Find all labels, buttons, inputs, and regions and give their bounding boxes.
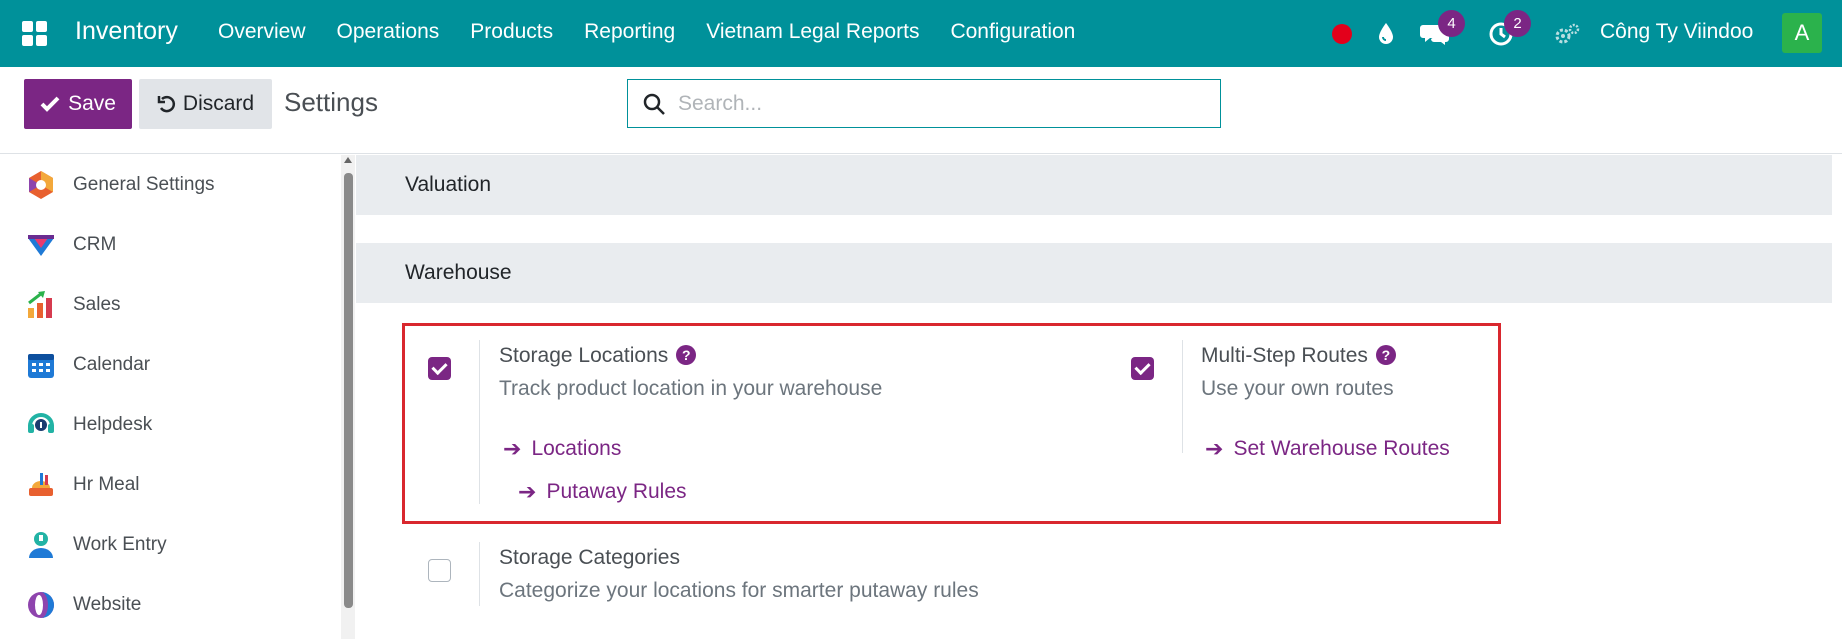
messages-icon[interactable]: 4: [1418, 0, 1465, 67]
debug-gears-icon[interactable]: [1553, 0, 1581, 67]
putaway-rules-link[interactable]: ➔ Putaway Rules: [518, 479, 687, 505]
app-brand[interactable]: Inventory: [75, 17, 178, 46]
locations-link[interactable]: ➔ Locations: [503, 436, 621, 462]
settings-sidebar: General Settings CRM Sales Calendar Help…: [0, 155, 340, 639]
help-icon[interactable]: ?: [1375, 345, 1396, 365]
recording-dot-icon[interactable]: [1331, 0, 1353, 67]
user-avatar[interactable]: A: [1782, 13, 1822, 53]
setting-divider: [479, 340, 480, 504]
menu-reporting[interactable]: Reporting: [584, 20, 675, 44]
arrow-right-icon: ➔: [503, 436, 522, 461]
general-settings-icon: [29, 171, 53, 199]
storage-locations-desc: Track product location in your warehouse: [499, 377, 883, 400]
top-navbar: Inventory Overview Operations Products R…: [0, 0, 1842, 67]
multi-step-routes-checkbox[interactable]: [1131, 357, 1154, 380]
crm-icon: [28, 235, 54, 256]
locations-link-label: Locations: [531, 437, 622, 460]
menu-operations[interactable]: Operations: [337, 20, 440, 44]
storage-locations-checkbox[interactable]: [428, 357, 451, 380]
sidebar-label: Calendar: [73, 354, 151, 375]
menu-vietnam-legal-reports[interactable]: Vietnam Legal Reports: [706, 20, 919, 44]
sidebar-label: CRM: [73, 234, 117, 255]
website-icon: [28, 592, 54, 618]
activities-clock-icon[interactable]: 2: [1484, 0, 1531, 67]
sidebar-label: General Settings: [73, 174, 215, 195]
work-entry-icon: [29, 532, 53, 558]
menu-products[interactable]: Products: [470, 20, 553, 44]
messages-count-badge: 4: [1438, 10, 1465, 37]
sidebar-label: Helpdesk: [73, 414, 153, 435]
menu-configuration[interactable]: Configuration: [950, 20, 1075, 44]
search-input[interactable]: [678, 91, 1198, 116]
arrow-right-icon: ➔: [518, 479, 537, 504]
scroll-thumb[interactable]: [344, 173, 353, 608]
sidebar-label: Hr Meal: [73, 474, 140, 495]
sidebar-label: Work Entry: [73, 534, 167, 555]
control-panel: Save Discard Settings: [0, 67, 1842, 154]
helpdesk-icon: [28, 413, 54, 433]
storage-locations-label: Storage Locations: [499, 344, 669, 367]
undo-icon: [157, 95, 175, 113]
sidebar-item-calendar[interactable]: Calendar: [0, 335, 340, 395]
search-icon: [643, 93, 665, 115]
section-valuation: Valuation: [356, 155, 1832, 215]
main-menu: Overview Operations Products Reporting V…: [218, 20, 1106, 44]
storage-locations-title: Storage Locations?: [499, 344, 697, 368]
setting-divider: [479, 542, 480, 606]
discard-label: Discard: [182, 92, 255, 115]
water-drop-icon[interactable]: [1374, 0, 1398, 67]
sidebar-label: Sales: [73, 294, 121, 315]
discard-button[interactable]: Discard: [139, 79, 272, 129]
section-warehouse: Warehouse: [356, 243, 1832, 303]
sales-icon: [28, 291, 52, 318]
sidebar-item-helpdesk[interactable]: Helpdesk: [0, 395, 340, 455]
apps-menu-icon[interactable]: [22, 21, 47, 46]
set-warehouse-routes-link[interactable]: ➔ Set Warehouse Routes: [1205, 436, 1450, 462]
arrow-right-icon: ➔: [1205, 436, 1224, 461]
hr-meal-icon: [29, 473, 53, 496]
sidebar-item-crm[interactable]: CRM: [0, 215, 340, 275]
sidebar-item-website[interactable]: Website: [0, 575, 340, 635]
save-label: Save: [68, 92, 116, 115]
page-title: Settings: [284, 87, 378, 117]
menu-overview[interactable]: Overview: [218, 20, 306, 44]
company-switcher[interactable]: Công Ty Viindoo: [1600, 20, 1753, 44]
calendar-icon: [28, 354, 54, 378]
check-icon: [40, 96, 60, 112]
sidebar-label: Website: [73, 594, 142, 615]
multi-step-routes-title: Multi-Step Routes?: [1201, 344, 1396, 368]
storage-categories-desc: Categorize your locations for smarter pu…: [499, 579, 979, 602]
settings-content: Valuation Warehouse Storage Locations? T…: [356, 155, 1842, 639]
save-button[interactable]: Save: [24, 79, 132, 129]
setting-divider: [1182, 340, 1183, 453]
scroll-up-arrow-icon[interactable]: [344, 157, 352, 163]
sidebar-scrollbar[interactable]: [341, 155, 355, 639]
putaway-rules-link-label: Putaway Rules: [546, 480, 687, 503]
multi-step-routes-desc: Use your own routes: [1201, 377, 1394, 400]
sidebar-item-work-entry[interactable]: Work Entry: [0, 515, 340, 575]
activities-count-badge: 2: [1504, 10, 1531, 37]
help-icon[interactable]: ?: [676, 345, 697, 365]
storage-categories-checkbox[interactable]: [428, 559, 451, 582]
multi-step-routes-label: Multi-Step Routes: [1201, 344, 1368, 367]
set-warehouse-routes-link-label: Set Warehouse Routes: [1233, 437, 1450, 460]
search-bar[interactable]: [627, 79, 1221, 128]
sidebar-item-sales[interactable]: Sales: [0, 275, 340, 335]
sidebar-item-hr-meal[interactable]: Hr Meal: [0, 455, 340, 515]
storage-categories-title: Storage Categories: [499, 546, 680, 569]
sidebar-item-general-settings[interactable]: General Settings: [0, 155, 340, 215]
